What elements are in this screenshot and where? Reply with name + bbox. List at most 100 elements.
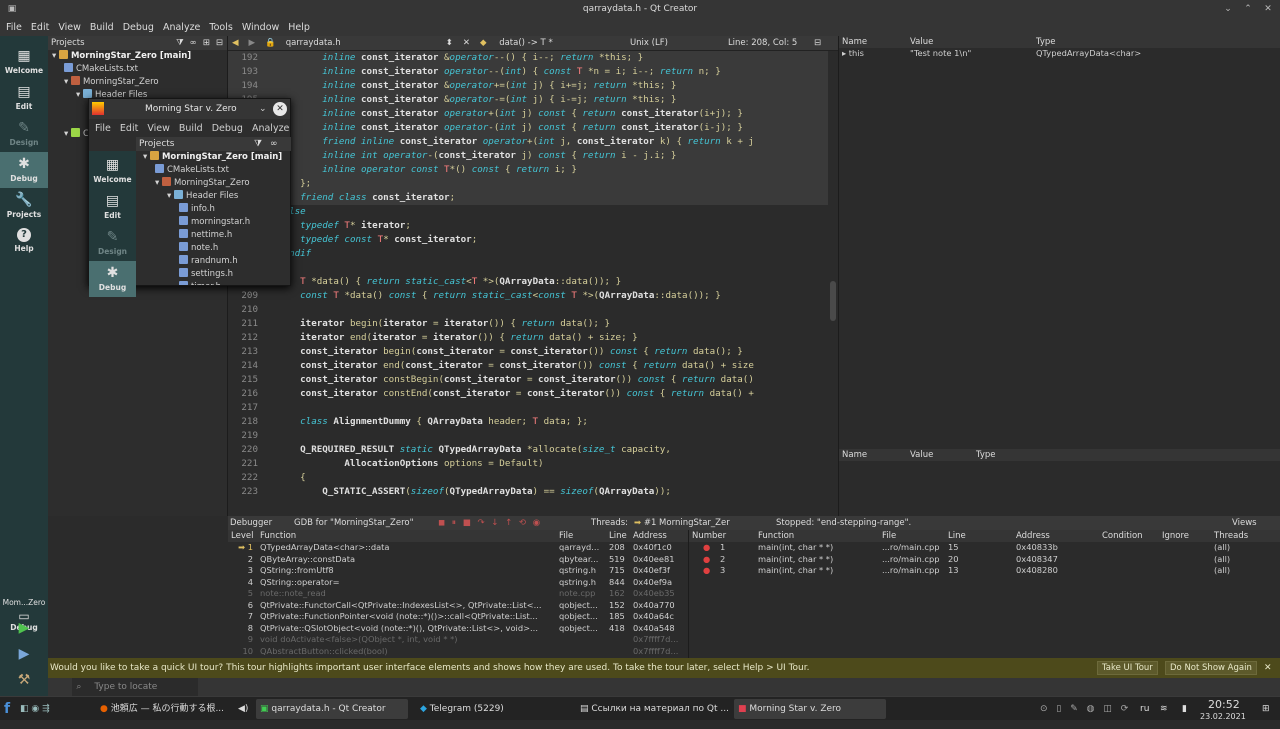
gutter[interactable]	[262, 359, 278, 373]
popup-filter-icon[interactable]: ⧩	[254, 137, 262, 151]
tray-icons[interactable]: ⊙ ▯ ✎ ◍ ◫ ⟳	[1040, 697, 1131, 721]
code-line[interactable]: 197 inline const_iterator operator-(int …	[228, 121, 828, 135]
column-type[interactable]: Type	[1033, 36, 1273, 48]
show-desktop-icon[interactable]: ⊞	[1262, 697, 1270, 721]
gutter[interactable]	[262, 289, 278, 303]
column-address[interactable]: Address	[630, 530, 688, 542]
column-function[interactable]: Function	[257, 530, 556, 542]
task-qtcreator[interactable]: ▣ qarraydata.h - Qt Creator	[256, 699, 408, 719]
code-line[interactable]: 196 inline const_iterator operator+(int …	[228, 107, 828, 121]
code-line[interactable]: 219	[228, 429, 828, 443]
take-ui-tour-button[interactable]: Take UI Tour	[1097, 661, 1158, 675]
code-line[interactable]: 211 iterator begin(iterator = iterator()…	[228, 317, 828, 331]
popup-mode-edit[interactable]: ▤ Edit	[89, 189, 136, 225]
code-line[interactable]: 220 Q_REQUIRED_RESULT static QTypedArray…	[228, 443, 828, 457]
menu-analyze[interactable]: Analyze	[163, 22, 200, 33]
stack-frame[interactable]: 9 void doActivate<false>(QObject *, int, …	[228, 634, 688, 646]
column-line[interactable]: Line	[606, 530, 630, 542]
code-line[interactable]: 216 const_iterator constEnd(const_iterat…	[228, 387, 828, 401]
code-line[interactable]: 212 iterator end(iterator = iterator()) …	[228, 331, 828, 345]
gutter[interactable]	[262, 471, 278, 485]
stack-frame[interactable]: 6 QtPrivate::FunctorCall<QtPrivate::Index…	[228, 600, 688, 612]
code-line[interactable]: 203#else	[228, 205, 828, 219]
expand-arrow-icon[interactable]: ▾	[64, 77, 71, 87]
menu-edit[interactable]: Edit	[31, 22, 49, 33]
popup-link-icon[interactable]: ∞	[270, 137, 278, 151]
gutter[interactable]	[262, 331, 278, 345]
stack-frame[interactable]: 5 note::note_read note.cpp 162 0x40eb35	[228, 588, 688, 600]
expand-arrow-icon[interactable]: ▾	[52, 51, 59, 61]
gutter[interactable]	[262, 317, 278, 331]
code-line[interactable]: 222 {	[228, 471, 828, 485]
task-document[interactable]: ▤ Ссылки на материал по Qt ...	[576, 699, 728, 719]
gutter[interactable]	[262, 429, 278, 443]
split-editor-icon[interactable]: ⊟	[814, 38, 821, 48]
forward-icon[interactable]: ▶	[249, 38, 256, 48]
stack-frame[interactable]: 4 QString::operator= qstring.h 844 0x40ef9a	[228, 577, 688, 589]
menu-build[interactable]: Build	[90, 22, 114, 33]
tree-item[interactable]: ▾ MorningStar_Zero [main]	[139, 151, 289, 164]
mode-projects[interactable]: 🔧 Projects	[0, 188, 48, 224]
expand-arrow-icon[interactable]: ▾	[167, 191, 174, 201]
expand-arrow-icon[interactable]: ▾	[76, 90, 83, 100]
gutter[interactable]	[262, 345, 278, 359]
thread-selector[interactable]: ➡ #1 MorningStar_Zer	[634, 516, 730, 530]
close-pane-icon[interactable]: ⊟	[216, 38, 223, 48]
keyboard-layout[interactable]: ru	[1140, 697, 1149, 721]
gutter[interactable]	[262, 457, 278, 471]
code-line[interactable]: 221 AllocationOptions options = Default)	[228, 457, 828, 471]
views-button[interactable]: Views	[1232, 516, 1257, 530]
build-button[interactable]: ⚒	[0, 668, 48, 690]
menu-tools[interactable]: Tools	[209, 22, 232, 33]
back-icon[interactable]: ◀	[232, 38, 239, 48]
tree-item[interactable]: note.h	[139, 242, 289, 255]
minimize-icon[interactable]: ⌄	[1220, 0, 1236, 18]
column-threads[interactable]: Threads	[1211, 530, 1271, 542]
column-file[interactable]: File	[879, 530, 945, 542]
expand-arrow-icon[interactable]: ▾	[155, 178, 162, 188]
tree-item[interactable]: nettime.h	[139, 229, 289, 242]
code-line[interactable]: 200 inline operator const T*() const { r…	[228, 163, 828, 177]
mode-design[interactable]: ✎ Design	[0, 116, 48, 152]
code-line[interactable]: 208 T *data() { return static_cast<T *>(…	[228, 275, 828, 289]
mode-welcome[interactable]: ▦ Welcome	[0, 44, 48, 80]
link-icon[interactable]: ∞	[190, 38, 197, 48]
gutter[interactable]	[262, 485, 278, 499]
column-ignore[interactable]: Ignore	[1159, 530, 1211, 542]
engine-selector[interactable]: GDB for "MorningStar_Zero"	[294, 516, 414, 530]
popup-menu-file[interactable]: File	[95, 123, 111, 134]
tree-item[interactable]: ▾ Header Files	[139, 190, 289, 203]
code-line[interactable]: 218 class AlignmentDummy { QArrayData he…	[228, 415, 828, 429]
column-level[interactable]: Level	[228, 530, 257, 542]
task-telegram[interactable]: ◆ Telegram (5229)	[416, 699, 568, 719]
gutter[interactable]	[262, 65, 278, 79]
breakpoint-row[interactable]: ● 3 main(int, char * *) ...ro/main.cpp 13 0x4…	[689, 565, 1280, 577]
gutter[interactable]	[262, 303, 278, 317]
popup-menu-view[interactable]: View	[147, 123, 170, 134]
code-line[interactable]: 210	[228, 303, 828, 317]
popup-menu-analyze[interactable]: Analyze	[252, 123, 289, 134]
code-line[interactable]: 201 };	[228, 177, 828, 191]
launcher-icons[interactable]: ◧ ◉ ⇶	[20, 697, 50, 721]
editor-scrollbar[interactable]	[828, 51, 838, 516]
gutter[interactable]	[262, 387, 278, 401]
tree-item[interactable]: ▾ MorningStar_Zero	[48, 76, 227, 89]
code-line[interactable]: 209 const T *data() const { return stati…	[228, 289, 828, 303]
stack-frame[interactable]: 7 QtPrivate::FunctionPointer<void (note::…	[228, 611, 688, 623]
code-area[interactable]: 192 inline const_iterator &operator--() …	[228, 51, 828, 516]
stack-frame[interactable]: ➡ 1 QTypedArrayData<char>::data qarrayd...…	[228, 542, 688, 554]
popup-menu-debug[interactable]: Debug	[212, 123, 243, 134]
split-icon[interactable]: ⊞	[203, 38, 210, 48]
breakpoint-row[interactable]: ● 1 main(int, char * *) ...ro/main.cpp 15 0x4…	[689, 542, 1280, 554]
close-icon[interactable]: ✕	[1260, 0, 1276, 18]
tree-item[interactable]: CMakeLists.txt	[139, 164, 289, 177]
tree-item[interactable]: settings.h	[139, 268, 289, 281]
tree-item[interactable]: ▾ MorningStar_Zero	[139, 177, 289, 190]
gutter[interactable]	[262, 401, 278, 415]
column-value[interactable]: Value	[907, 449, 973, 461]
mode-debug[interactable]: ✱ Debug	[0, 152, 48, 188]
code-line[interactable]: 194 inline const_iterator &operator+=(in…	[228, 79, 828, 93]
tree-item[interactable]: timer.h	[139, 281, 289, 285]
column-function[interactable]: Function	[755, 530, 879, 542]
gutter[interactable]	[262, 415, 278, 429]
